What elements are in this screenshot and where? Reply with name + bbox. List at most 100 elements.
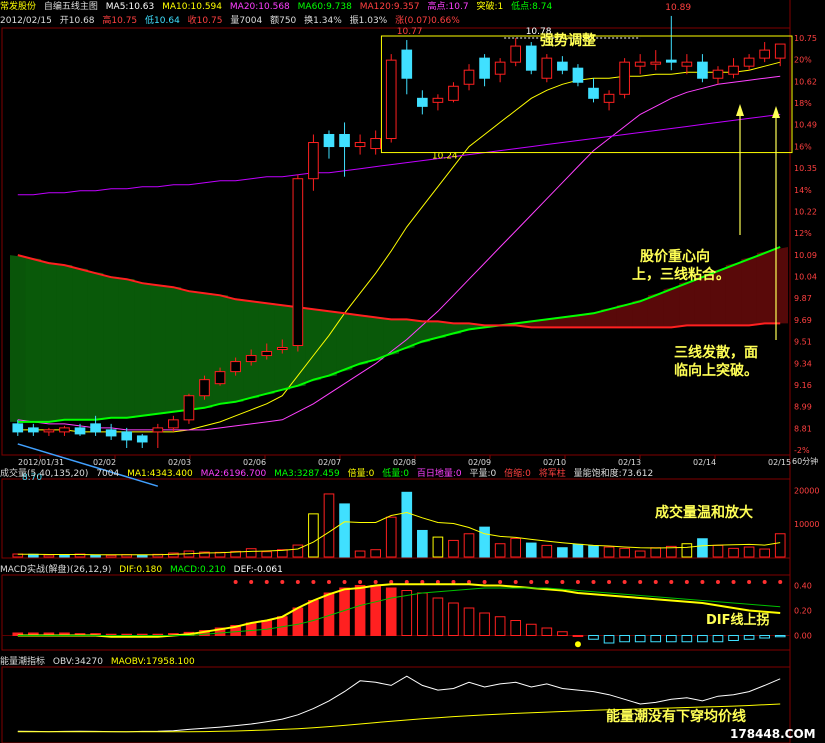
candle-body xyxy=(572,67,584,83)
arrow-gravity-head xyxy=(736,104,744,116)
candle-body xyxy=(230,361,241,373)
volume-beisuo: 倍缩:0 xyxy=(504,469,531,479)
candle-body xyxy=(323,133,335,148)
price-tick-label: 8.99 xyxy=(794,403,812,412)
volume-ma2: MA2:6196.700 xyxy=(200,469,267,479)
price-tick-label: 9.16 xyxy=(794,381,812,390)
macd-bar xyxy=(292,607,304,636)
price-tick-label: 10.49 xyxy=(794,121,817,130)
volume-bar xyxy=(417,529,428,558)
volume-bairi: 百日地量:0 xyxy=(416,469,462,479)
candle-body xyxy=(12,423,24,433)
macd-signal-dot xyxy=(529,580,534,584)
quote-amount: 额750 xyxy=(270,16,297,26)
volume-bar xyxy=(261,551,273,558)
volume-value: 7004 xyxy=(96,469,120,479)
volume-bar xyxy=(525,542,537,558)
note-strong-adjust: 强势调整 xyxy=(540,33,596,49)
volume-bar xyxy=(308,513,319,558)
volume-bar xyxy=(743,546,755,558)
candle-body xyxy=(43,429,55,433)
volume-bar xyxy=(510,537,522,558)
price-tick-label: 9.69 xyxy=(794,316,812,325)
macd-signal-dot xyxy=(591,580,596,584)
volume-indicator-name: 成交量(5,40,135,20) xyxy=(0,469,89,479)
price-tick-label: 10.75 xyxy=(794,34,817,43)
candle-body xyxy=(121,431,133,441)
price-tick-label: 20% xyxy=(794,56,812,65)
candle-body xyxy=(541,57,553,79)
volume-ping: 平量:0 xyxy=(469,469,497,479)
macd-bar xyxy=(572,635,584,637)
candle-body xyxy=(665,59,677,63)
macd-bar xyxy=(448,602,459,636)
macd-cross-dot xyxy=(574,641,581,648)
macd-signal-dot xyxy=(498,580,503,584)
date-axis: 2012/01/31 02/02 02/03 02/06 02/07 02/08 02/09… xyxy=(18,455,791,467)
macd-signal-dot xyxy=(560,580,565,584)
ma60-value: MA60:9.738 xyxy=(297,2,352,12)
volume-bar xyxy=(463,533,475,558)
volume-tick-label: 10000 xyxy=(794,520,819,529)
indicator-header: 常发股份 自编五线主图 MA5:10.63 MA10:10.594 MA20:1… xyxy=(0,0,790,14)
macd-signal-dot xyxy=(653,580,658,584)
stock-name: 常发股份 xyxy=(0,2,37,12)
macd-signal-dot xyxy=(295,580,300,584)
maobv-value: MAOBV:17958.100 xyxy=(110,657,195,667)
macd-signal-dot xyxy=(342,580,347,584)
macd-bar xyxy=(417,592,428,636)
date-tick-label: 02/13 xyxy=(618,458,641,467)
volume-bar xyxy=(245,548,257,558)
candle-body xyxy=(603,93,615,103)
candle-body xyxy=(619,61,630,95)
macd-bar xyxy=(385,587,397,636)
macd-signal-dot xyxy=(778,580,783,584)
macd-bar xyxy=(354,585,366,636)
label-high-1077: 10.77 xyxy=(397,27,423,37)
macd-bar xyxy=(634,635,646,643)
ma20-value: MA20:10.568 xyxy=(229,2,290,12)
volume-bar xyxy=(712,544,724,558)
macd-bar xyxy=(665,635,677,643)
volume-bar xyxy=(572,543,584,558)
candle-body xyxy=(261,351,273,357)
note-obv: 能量潮没有下穿均价线 xyxy=(606,709,746,725)
macd-signal-dot xyxy=(249,580,254,584)
candle-body xyxy=(105,429,117,437)
price-tick-label: 12% xyxy=(794,229,812,238)
macd-signal-dot xyxy=(311,580,316,584)
candle-body xyxy=(183,395,195,421)
volume-bar xyxy=(168,552,179,558)
volume-bar xyxy=(759,548,770,558)
candle-body xyxy=(74,427,86,435)
macd-bar xyxy=(650,635,662,643)
macd-bar xyxy=(557,631,568,636)
price-tick-label: 8.81 xyxy=(794,424,812,433)
price-tick-label: 9.34 xyxy=(794,359,812,368)
macd-signal-dot xyxy=(669,580,674,584)
date-tick-label: 02/08 xyxy=(393,458,416,467)
volume-bar xyxy=(385,516,397,558)
note-gravity-line2: 上，三线粘合。 xyxy=(632,267,730,283)
macd-signal-dot xyxy=(700,580,705,584)
volume-bar xyxy=(634,550,646,558)
candle-body xyxy=(417,97,428,107)
macd-header: MACD实战(解盘)(26,12,9) DIF:0.180 MACD:0.210… xyxy=(0,563,790,577)
date-tick-label: 02/07 xyxy=(318,458,341,467)
quote-amplitude: 振1.03% xyxy=(349,16,388,26)
ma-fill-segment xyxy=(756,247,788,324)
watermark: 178448.COM xyxy=(730,727,816,741)
candle-body xyxy=(712,69,724,79)
arrow-diverge-head xyxy=(772,106,780,118)
quote-low: 低10.64 xyxy=(145,16,180,26)
note-dif: DIF线上拐 xyxy=(706,613,770,628)
volume-tick-label: 20000 xyxy=(794,487,819,496)
date-tick-label: 02/10 xyxy=(543,458,566,467)
timeframe-label: 60分钟 xyxy=(792,457,819,466)
quote-open: 开10.68 xyxy=(59,16,95,26)
quote-change: 涨(0.07)0.66% xyxy=(395,16,460,26)
macd-signal-dot xyxy=(607,580,612,584)
candle-body xyxy=(401,49,413,79)
candle-body xyxy=(510,45,522,63)
note-diverge-line1: 三线发散，面 xyxy=(674,345,758,361)
